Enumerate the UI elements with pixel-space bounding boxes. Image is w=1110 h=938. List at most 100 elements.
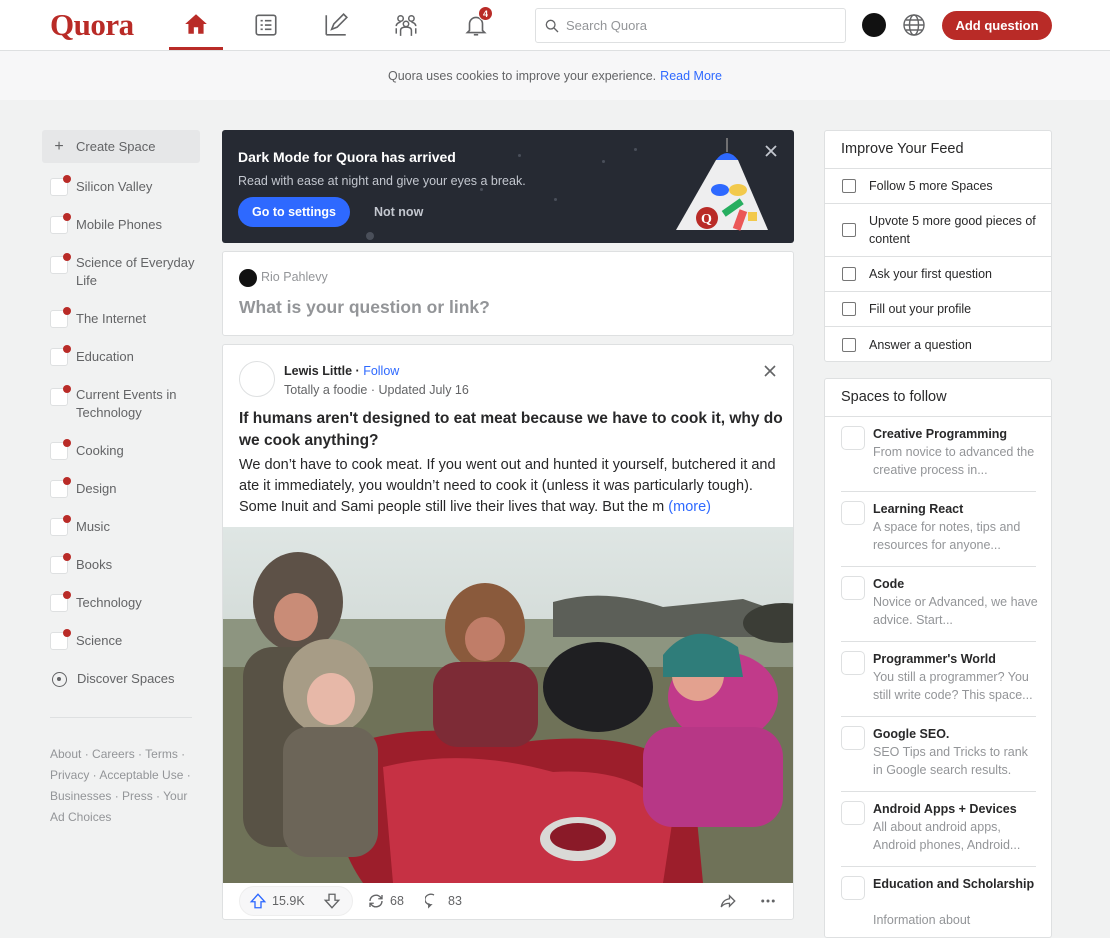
suggested-space[interactable]: Code Novice or Advanced, we have advice. … [841,567,1038,642]
sidebar-item-cooking[interactable]: Cooking [42,432,200,470]
space-thumbnail [841,651,865,675]
suggested-space[interactable]: Google SEO. SEO Tips and Tricks to rank i… [841,717,1036,792]
space-name[interactable]: Creative Programming [873,425,1038,443]
unread-dot [63,439,71,447]
sidebar-item-science[interactable]: Science [42,622,200,660]
ask-prompt[interactable]: What is your question or link? [239,297,490,318]
author-line: Lewis Little · Follow [284,364,400,378]
suggested-space[interactable]: Learning React A space for notes, tips an… [841,492,1036,567]
go-to-settings-button[interactable]: Go to settings [238,197,350,227]
feed-post: Lewis Little · Follow Totally a foodie ·… [222,344,794,920]
home-nav-button[interactable] [169,0,223,50]
banner-subtitle: Read with ease at night and give your ey… [238,174,526,188]
space-description: SEO Tips and Tricks to rank in Google se… [873,745,1028,777]
feed-task-follow-spaces[interactable]: Follow 5 more Spaces [825,169,1051,204]
sidebar-item-music[interactable]: Music [42,508,200,546]
read-more-link[interactable]: (more) [668,499,711,515]
sidebar-item-design[interactable]: Design [42,470,200,508]
read-more-link[interactable]: Read More [660,69,722,83]
answer-photo[interactable] [223,527,794,883]
task-label: Follow 5 more Spaces [869,179,993,193]
suggested-space[interactable]: Creative Programming From novice to advan… [841,417,1036,492]
space-thumbnail [841,576,865,600]
discover-spaces-button[interactable]: Discover Spaces [42,660,200,698]
unread-dot [63,213,71,221]
comment-button[interactable]: 83 [425,892,462,910]
share-button[interactable]: 68 [367,892,404,910]
sidebar-item-technology[interactable]: Technology [42,584,200,622]
feed-task-upvote[interactable]: Upvote 5 more good pieces of content [825,204,1051,257]
task-checkbox[interactable] [842,223,856,237]
upvote-button[interactable]: 15.9K [249,892,305,910]
user-avatar [239,269,257,287]
answer-body[interactable]: We don’t have to cook meat. If you went … [239,455,784,518]
sidebar-item-education[interactable]: Education [42,338,200,376]
unread-dot [63,477,71,485]
suggested-space[interactable]: Android Apps + Devices All about android … [841,792,1036,867]
spaces-nav-button[interactable] [379,0,433,50]
notification-count-badge: 4 [478,6,493,21]
feed-task-ask-question[interactable]: Ask your first question [825,257,1051,292]
space-thumbnail [50,477,71,498]
space-name[interactable]: Google SEO. [873,725,1038,743]
task-checkbox[interactable] [842,337,856,352]
spaces-to-follow-title: Spaces to follow [825,379,1051,417]
task-checkbox[interactable] [842,267,856,281]
task-checkbox[interactable] [842,302,856,316]
sidebar-item-science-of-everyday-life[interactable]: Science of Everyday Life [42,244,200,300]
search-icon [545,19,559,32]
search-input[interactable] [566,18,836,33]
space-name[interactable]: Code [873,575,1038,593]
spaces-to-follow-panel: Spaces to follow Creative Programming Fro… [824,378,1052,938]
answer-nav-button[interactable] [239,0,293,50]
quora-logo[interactable]: Quora [50,7,134,43]
follow-link[interactable]: Follow [363,364,399,378]
ask-question-box[interactable]: Rio Pahlevy What is your question or lin… [222,251,794,336]
more-options-button[interactable] [759,892,782,910]
cookie-notice: Quora uses cookies to improve your exper… [0,51,1110,100]
sidebar-item-current-events-in-technology[interactable]: Current Events in Technology [42,376,200,432]
space-name[interactable]: Education and Scholarship [873,875,1038,893]
downvote-button[interactable] [323,892,346,910]
unread-dot [63,385,71,393]
feed-task-fill-profile[interactable]: Fill out your profile [825,292,1051,327]
space-name[interactable]: Programmer's World [873,650,1038,668]
sidebar-item-label: Design [76,481,117,496]
asker-name: Rio Pahlevy [261,270,328,284]
question-title[interactable]: If humans aren't designed to eat meat be… [239,408,784,452]
add-question-button[interactable]: Add question [942,11,1052,40]
author-avatar[interactable] [239,361,275,397]
feed-task-answer-question[interactable]: Answer a question [825,327,1051,362]
sidebar-item-the-internet[interactable]: The Internet [42,300,200,338]
search-bar[interactable] [535,8,846,43]
share-count: 68 [390,894,404,908]
space-description: A space for notes, tips and resources fo… [873,520,1021,552]
space-thumbnail [50,439,71,460]
author-credential: Totally a foodie · Updated July 16 [284,383,469,397]
unread-dot [63,175,71,183]
suggested-space[interactable]: Education and Scholarship Information abo… [841,867,1038,937]
write-nav-button[interactable] [309,0,363,50]
globe-icon[interactable] [902,13,926,37]
create-space-button[interactable]: + Create Space [42,130,200,163]
user-avatar[interactable] [862,13,886,37]
space-thumbnail [50,307,71,328]
suggested-space[interactable]: Programmer's World You still a programmer… [841,642,1036,717]
space-name[interactable]: Learning React [873,500,1038,518]
sidebar-item-mobile-phones[interactable]: Mobile Phones [42,206,200,244]
author-name[interactable]: Lewis Little [284,364,352,378]
unread-dot [63,553,71,561]
notifications-nav-button[interactable]: 4 [449,0,503,50]
space-name[interactable]: Android Apps + Devices [873,800,1038,818]
close-icon[interactable] [764,365,776,377]
improve-feed-title: Improve Your Feed [825,131,1051,169]
footer-links[interactable]: About · Careers · Terms · Privacy · Acce… [50,744,195,828]
unread-dot [63,515,71,523]
forward-share-button[interactable] [719,892,742,910]
not-now-button[interactable]: Not now [374,205,423,219]
task-checkbox[interactable] [842,179,856,193]
sidebar-item-label: Music [76,519,110,534]
sidebar-item-books[interactable]: Books [42,546,200,584]
dark-mode-banner: Dark Mode for Quora has arrived Read wit… [222,130,794,243]
sidebar-item-silicon-valley[interactable]: Silicon Valley [42,168,200,206]
